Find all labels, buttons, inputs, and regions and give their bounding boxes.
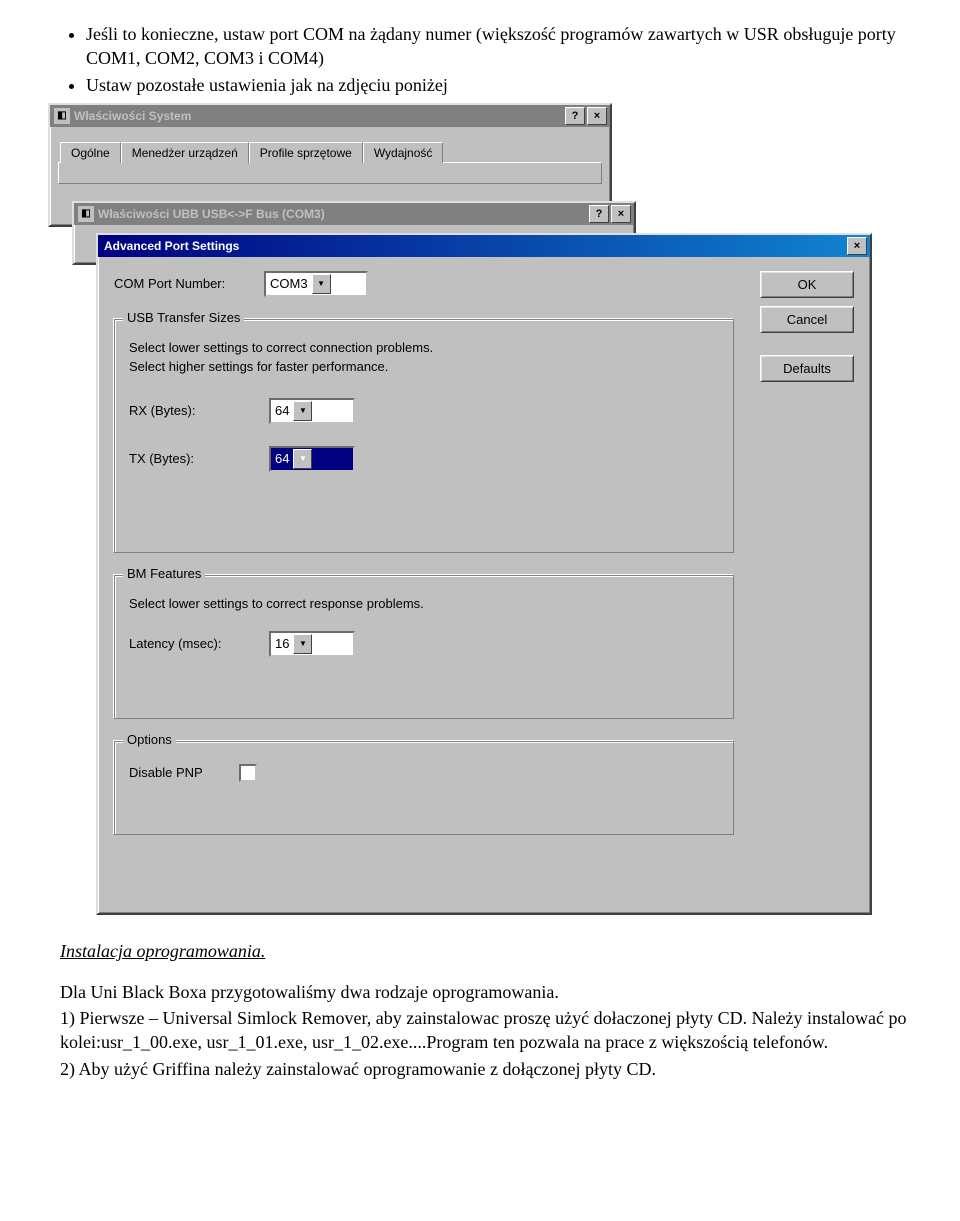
title-text: Właściwości UBB USB<->F Bus (COM3) xyxy=(95,207,587,221)
chevron-down-icon[interactable]: ▼ xyxy=(293,449,312,469)
help-button[interactable]: ? xyxy=(589,205,609,223)
chevron-down-icon[interactable]: ▼ xyxy=(293,634,312,654)
help-text: Select higher settings for faster perfor… xyxy=(129,359,719,374)
com-port-select[interactable]: COM3 ▼ xyxy=(264,271,368,297)
chevron-down-icon[interactable]: ▼ xyxy=(293,401,312,421)
tab-performance[interactable]: Wydajność xyxy=(363,142,444,163)
bullet-item: Ustaw pozostałe ustawienia jak na zdjęci… xyxy=(86,73,920,97)
intro-bullets: Jeśli to konieczne, ustaw port COM na żą… xyxy=(60,22,920,97)
title-text: Właściwości System xyxy=(71,109,563,123)
group-legend: Options xyxy=(123,732,176,747)
port-icon: ◧ xyxy=(77,205,95,223)
group-bm-features: BM Features Select lower settings to cor… xyxy=(114,575,734,719)
disable-pnp-checkbox[interactable] xyxy=(239,764,257,782)
tab-general[interactable]: Ogólne xyxy=(60,142,121,163)
group-options: Options Disable PNP xyxy=(114,741,734,835)
close-button[interactable]: × xyxy=(847,237,867,255)
rx-select[interactable]: 64 ▼ xyxy=(269,398,355,424)
cancel-button[interactable]: Cancel xyxy=(760,306,854,333)
latency-label: Latency (msec): xyxy=(129,636,269,651)
title-text: Advanced Port Settings xyxy=(101,239,845,253)
system-icon: ◧ xyxy=(53,107,71,125)
bullet-item: Jeśli to konieczne, ustaw port COM na żą… xyxy=(86,22,920,71)
rx-label: RX (Bytes): xyxy=(129,403,269,418)
group-usb-transfer: USB Transfer Sizes Select lower settings… xyxy=(114,319,734,553)
tab-hardware-profiles[interactable]: Profile sprzętowe xyxy=(249,142,363,163)
latency-select[interactable]: 16 ▼ xyxy=(269,631,355,657)
tab-panel xyxy=(58,162,602,184)
tabs-system: Ogólne Menedżer urządzeń Profile sprzęto… xyxy=(58,141,602,163)
tx-value: 64 xyxy=(275,451,289,466)
com-port-row: COM Port Number: COM3 ▼ xyxy=(114,271,854,297)
latency-value: 16 xyxy=(275,636,289,651)
rx-value: 64 xyxy=(275,403,289,418)
tx-label: TX (Bytes): xyxy=(129,451,269,466)
chevron-down-icon[interactable]: ▼ xyxy=(312,274,331,294)
disable-pnp-label: Disable PNP xyxy=(129,765,239,780)
help-text: Select lower settings to correct respons… xyxy=(129,596,719,611)
tx-select[interactable]: 64 ▼ xyxy=(269,446,355,472)
titlebar-port[interactable]: ◧ Właściwości UBB USB<->F Bus (COM3) ? × xyxy=(74,203,634,225)
paragraph: 1) Pierwsze – Universal Simlock Remover,… xyxy=(60,1006,920,1055)
close-button[interactable]: × xyxy=(587,107,607,125)
com-port-value: COM3 xyxy=(270,276,308,291)
dialog-buttons: OK Cancel Defaults xyxy=(760,271,854,390)
help-button[interactable]: ? xyxy=(565,107,585,125)
screenshot-stack: ◧ Właściwości System ? × Ogólne Menedżer… xyxy=(48,103,878,923)
help-text: Select lower settings to correct connect… xyxy=(129,340,719,355)
paragraph: 2) Aby użyć Griffina należy zainstalować… xyxy=(60,1057,920,1081)
com-port-label: COM Port Number: xyxy=(114,276,264,291)
defaults-button[interactable]: Defaults xyxy=(760,355,854,382)
group-legend: BM Features xyxy=(123,566,205,581)
ok-button[interactable]: OK xyxy=(760,271,854,298)
close-button[interactable]: × xyxy=(611,205,631,223)
window-advanced-port-settings: Advanced Port Settings × COM Port Number… xyxy=(96,233,872,915)
paragraph: Dla Uni Black Boxa przygotowaliśmy dwa r… xyxy=(60,980,920,1004)
titlebar-advanced[interactable]: Advanced Port Settings × xyxy=(98,235,870,257)
section-heading-install: Instalacja oprogramowania. xyxy=(60,941,920,962)
titlebar-system[interactable]: ◧ Właściwości System ? × xyxy=(50,105,610,127)
tab-device-manager[interactable]: Menedżer urządzeń xyxy=(121,142,249,164)
group-legend: USB Transfer Sizes xyxy=(123,310,244,325)
